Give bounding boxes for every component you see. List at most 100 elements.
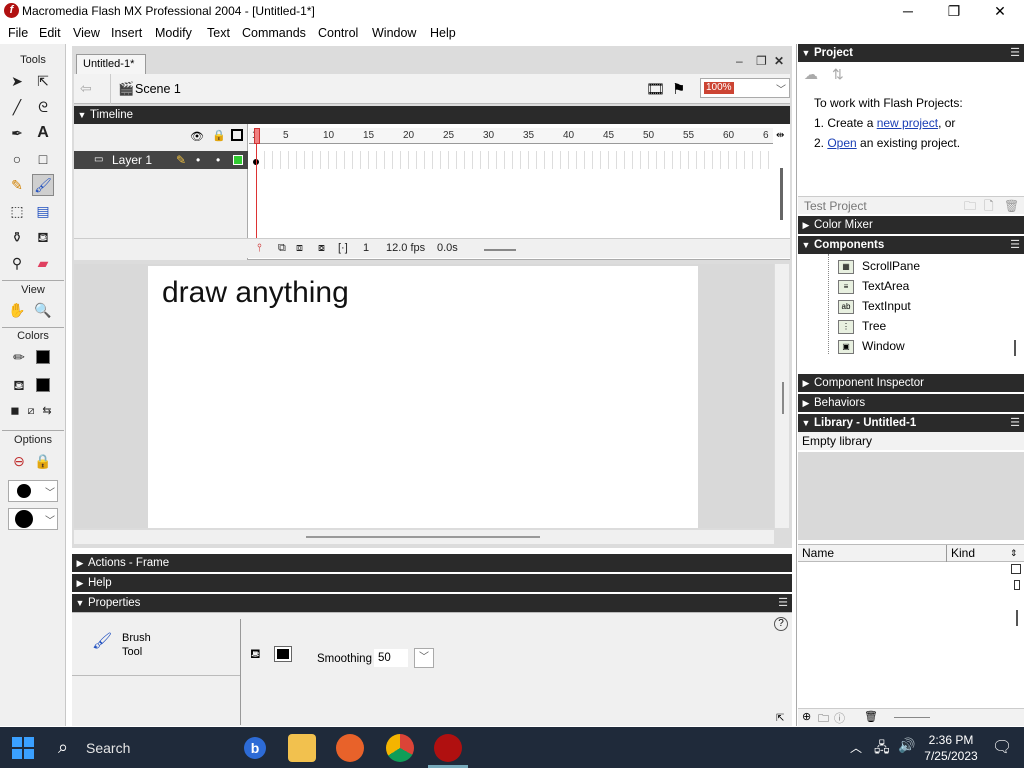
document-tab[interactable]: Untitled-1* [76, 54, 146, 74]
menu-control[interactable]: Control [318, 26, 358, 40]
stage-hscroll[interactable] [74, 530, 774, 544]
properties-help-icon[interactable]: ? [774, 617, 788, 631]
arrow-tool-icon[interactable]: ➤ [6, 70, 28, 92]
narrow-state-icon[interactable] [1014, 580, 1020, 590]
edit-scene-icon[interactable]: 🎞 [646, 80, 665, 98]
stroke-color-swatch[interactable] [36, 350, 50, 364]
component-item[interactable]: ab TextInput [838, 297, 911, 315]
onion-skin-icon[interactable]: ⧉ [278, 242, 286, 255]
timeline-hscroll[interactable] [484, 249, 516, 251]
doc-minimize-icon[interactable]: – [736, 54, 743, 68]
zoom-tool-icon[interactable]: 🔍 [32, 299, 54, 321]
close-button[interactable]: ✕ [977, 0, 1023, 22]
minimize-button[interactable]: ─ [885, 0, 931, 22]
frame-view-menu-icon[interactable]: ⇹ [776, 130, 784, 141]
stage-vscroll[interactable] [775, 264, 789, 528]
visibility-dot-icon[interactable]: • [196, 151, 200, 169]
menu-view[interactable]: View [73, 26, 100, 40]
brush-tool-icon[interactable]: 🖌 [32, 174, 54, 196]
kind-column-header[interactable]: Kind [951, 545, 975, 562]
menu-text[interactable]: Text [207, 26, 230, 40]
lock-fill-icon[interactable]: 🔒 [32, 450, 54, 472]
hand-tool-icon[interactable]: ✋ [6, 299, 28, 321]
layer-row[interactable]: ▭ Layer 1 ✎ • • [74, 151, 248, 169]
library-hscroll[interactable] [894, 717, 930, 718]
taskbar-clock[interactable]: 2:36 PM 7/25/2023 [916, 732, 986, 764]
fill-transform-tool-icon[interactable]: ▤ [32, 200, 54, 222]
panel-options-icon[interactable]: ☰ [1010, 236, 1020, 254]
component-item[interactable]: ⋮ Tree [838, 317, 886, 335]
component-inspector-header[interactable]: ▶ Component Inspector [798, 374, 1024, 392]
zoom-select[interactable]: 100% ﹀ [700, 78, 790, 98]
paint-bucket-tool-icon[interactable]: ⛾ [32, 226, 54, 248]
lasso-tool-icon[interactable]: ᘓ [32, 96, 54, 118]
edit-multiple-frames-icon[interactable]: ⧇ [318, 242, 325, 255]
outline-color-swatch[interactable] [233, 155, 243, 165]
sort-order-icon[interactable]: ⇕ [1010, 545, 1018, 562]
panel-options-icon[interactable]: ☰ [1010, 414, 1020, 432]
volume-icon[interactable]: 🔊 [898, 737, 915, 754]
back-arrow-icon[interactable]: ⇦ [80, 80, 92, 97]
brush-mode-icon[interactable]: ⊖ [8, 450, 30, 472]
collapse-properties-icon[interactable]: ⇱ [776, 713, 784, 724]
menu-insert[interactable]: Insert [111, 26, 142, 40]
new-project-link[interactable]: new project [877, 116, 938, 130]
pen-tool-icon[interactable]: ✒ [6, 122, 28, 144]
library-header[interactable]: ▼ Library - Untitled-1 ☰ [798, 414, 1024, 432]
stage-vscroll-thumb[interactable] [782, 382, 784, 414]
color-mixer-header[interactable]: ▶ Color Mixer [798, 216, 1024, 234]
add-folder-icon[interactable]: 🗋 [984, 197, 994, 215]
lock-dot-icon[interactable]: • [216, 151, 220, 169]
fill-color-swatch[interactable] [36, 378, 50, 392]
brush-size-select[interactable]: ﹀ [8, 480, 58, 502]
oval-tool-icon[interactable]: ○ [6, 148, 28, 170]
smoothing-dropdown[interactable]: ﹀ [414, 648, 434, 668]
name-column-header[interactable]: Name [802, 545, 834, 562]
menu-window[interactable]: Window [372, 26, 416, 40]
properties-icon[interactable]: ⓘ [834, 710, 845, 726]
panel-options-icon[interactable]: ☰ [778, 594, 788, 612]
project-cloud-icon[interactable]: ☁ [804, 66, 818, 83]
project-panel-header[interactable]: ▼ Project ☰ [798, 44, 1024, 62]
modify-onion-markers-icon[interactable]: [·] [338, 242, 348, 254]
maximize-button[interactable]: ❐ [931, 0, 977, 22]
chrome-icon[interactable] [386, 734, 414, 762]
frame-row[interactable] [249, 151, 773, 169]
rectangle-tool-icon[interactable]: □ [32, 148, 54, 170]
wide-state-icon[interactable] [1011, 564, 1021, 574]
delete-icon[interactable]: 🗑 [1004, 197, 1019, 215]
components-header[interactable]: ▼ Components ☰ [798, 236, 1024, 254]
behaviors-header[interactable]: ▶ Behaviors [798, 394, 1024, 412]
bing-icon[interactable]: b [244, 737, 266, 759]
timeline-vscroll[interactable] [780, 168, 783, 220]
test-project-button[interactable]: Test Project [804, 199, 867, 213]
scene-label[interactable]: Scene 1 [135, 82, 181, 96]
eyedropper-tool-icon[interactable]: ⚲ [6, 252, 28, 274]
pencil-tool-icon[interactable]: ✎ [6, 174, 28, 196]
library-scroll-thumb[interactable] [1016, 610, 1018, 626]
network-icon[interactable]: 🖧 [874, 737, 890, 761]
onion-skin-outlines-icon[interactable]: ⧈ [296, 242, 303, 255]
fill-color-picker[interactable] [274, 646, 292, 662]
file-explorer-icon[interactable] [288, 734, 316, 762]
show-hide-eye-icon[interactable]: 👁 [190, 130, 204, 143]
actions-panel-header[interactable]: ▶ Actions - Frame [72, 554, 792, 572]
eraser-tool-icon[interactable]: ▰ [32, 252, 54, 274]
menu-commands[interactable]: Commands [242, 26, 306, 40]
chevron-up-icon[interactable]: ︿ [850, 739, 862, 756]
component-item[interactable]: ▣ Window [838, 337, 905, 355]
component-item[interactable]: ▦ ScrollPane [838, 257, 920, 275]
swap-colors-icon[interactable]: ⇆ [36, 400, 58, 422]
properties-panel-header[interactable]: ▼ Properties ☰ [72, 594, 792, 612]
text-tool-icon[interactable]: A [32, 122, 54, 144]
open-project-link[interactable]: Open [827, 136, 856, 150]
timeline-header[interactable]: ▼ Timeline [74, 106, 790, 124]
component-item[interactable]: ≡ TextArea [838, 277, 909, 295]
doc-restore-icon[interactable]: ❐ [756, 54, 767, 68]
firefox-icon[interactable] [336, 734, 364, 762]
windows-start-icon[interactable] [12, 737, 34, 759]
components-scroll-thumb[interactable] [1014, 340, 1016, 356]
brush-shape-select[interactable]: ﹀ [8, 508, 58, 530]
playhead[interactable] [254, 128, 260, 144]
subselect-tool-icon[interactable]: ⇱ [32, 70, 54, 92]
